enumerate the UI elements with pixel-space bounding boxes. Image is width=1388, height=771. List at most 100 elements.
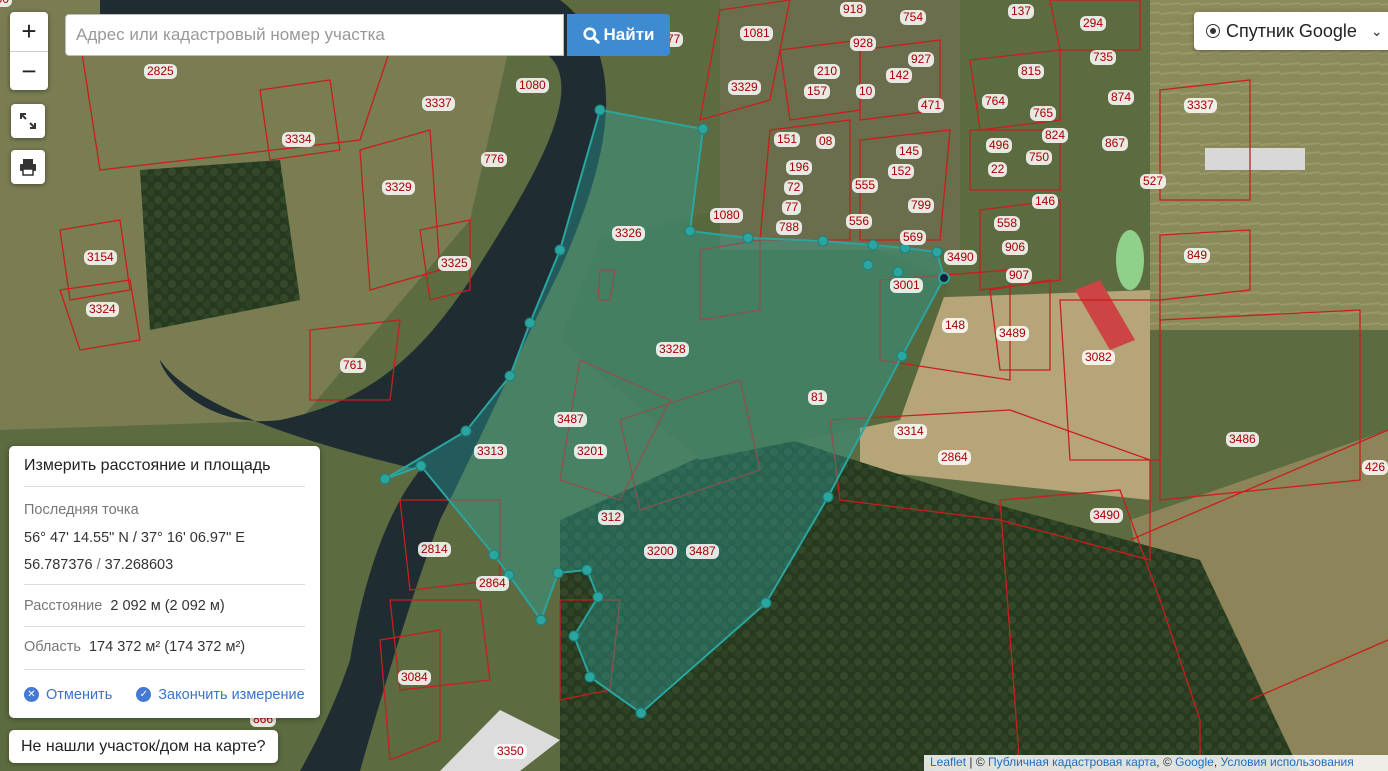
cancel-label: Отменить [46, 686, 113, 703]
check-icon: ✓ [136, 687, 152, 702]
parcel-label: 3154 [84, 250, 117, 265]
layer-label: Спутник Google [1226, 20, 1357, 41]
parcel-label: 22 [988, 162, 1008, 177]
area-value: 174 372 м² (174 372 м²) [88, 639, 246, 655]
parcel-label: 148 [942, 318, 969, 333]
parcel-label: 3487 [686, 544, 719, 559]
finish-measure-button[interactable]: ✓ Закончить измерение [136, 686, 305, 703]
not-found-button[interactable]: Не нашли участок/дом на карте? [9, 730, 278, 763]
parcel-label: 874 [1108, 90, 1135, 105]
parcel-label: 788 [776, 220, 803, 235]
parcel-label: 3329 [728, 80, 761, 95]
parcel-label: 754 [900, 10, 927, 25]
distance-value: 2 092 м (2 092 м) [110, 598, 225, 614]
parcel-label: 3326 [612, 226, 645, 241]
chevron-down-icon: ⌄ [1370, 22, 1383, 39]
parcel-label: 157 [804, 84, 831, 99]
parcel-label: 3001 [890, 278, 923, 293]
area-label: Область [24, 639, 81, 655]
parcel-label: 2814 [418, 542, 451, 557]
measure-actions: ✕ Отменить ✓ Закончить измерение [24, 685, 305, 703]
parcel-label: 426 [1362, 460, 1388, 475]
finish-label: Закончить измерение [158, 686, 305, 703]
parcel-label: 2864 [938, 450, 971, 465]
radio-selected-icon [1206, 24, 1220, 38]
parcel-label: 558 [994, 216, 1021, 231]
parcel-label: 556 [846, 214, 873, 229]
attribution-separator: , © [1156, 755, 1176, 769]
parcel-label: 867 [1102, 136, 1129, 151]
divider [24, 626, 305, 627]
last-point-lon: 37.268603 [104, 557, 174, 573]
parcel-label: 77 [782, 200, 802, 215]
parcel-label: 918 [840, 2, 867, 17]
parcel-label: 735 [1090, 50, 1117, 65]
parcel-label: 3490 [944, 250, 977, 265]
parcel-label: 764 [982, 94, 1009, 109]
measure-panel: Измерить расстояние и площадь Последняя … [9, 446, 320, 718]
search-button-label: Найти [603, 25, 655, 44]
divider [24, 669, 305, 670]
attribution-separator: , [1213, 755, 1221, 769]
forest-west [140, 160, 300, 330]
close-icon: ✕ [24, 687, 39, 702]
pkk-link[interactable]: Публичная кадастровая карта [988, 755, 1156, 769]
parcel-label: 3200 [644, 544, 677, 559]
divider [24, 486, 305, 487]
parcel-label: 928 [850, 36, 877, 51]
measure-last-point[interactable] [938, 272, 950, 284]
parcel-label: 196 [786, 160, 813, 175]
parcel-label: 3350 [494, 744, 527, 759]
parcel-label: 312 [598, 510, 625, 525]
parcel-label: 3314 [894, 424, 927, 439]
parcel-label: 151 [774, 132, 801, 147]
parcel-label: 210 [814, 64, 841, 79]
parcel-label: 3486 [1226, 432, 1259, 447]
leaflet-link[interactable]: Leaflet [930, 755, 966, 769]
parcel-label: 3329 [382, 180, 415, 195]
print-button[interactable] [11, 150, 45, 184]
search-button[interactable]: Найти [567, 14, 670, 56]
search-icon [582, 26, 600, 44]
pond [1116, 230, 1144, 290]
parcel-label: 1081 [740, 26, 773, 41]
cancel-measure-button[interactable]: ✕ Отменить [24, 687, 112, 703]
parcel-label: 3313 [474, 444, 507, 459]
parcel-label: 3337 [1184, 98, 1217, 113]
parcel-label: 10 [856, 84, 876, 99]
last-point-decimal: 56.787376 / 37.268603 [24, 557, 174, 573]
divider [24, 584, 305, 585]
map-attribution: Leaflet | © Публичная кадастровая карта,… [924, 755, 1388, 771]
parcel-label: 776 [481, 152, 508, 167]
parcel-label: 3487 [554, 412, 587, 427]
zoom-in-button[interactable]: + [10, 12, 48, 52]
parcel-label: 1080 [516, 78, 549, 93]
parcel-label: 3490 [1090, 508, 1123, 523]
parcel-label: 799 [908, 198, 935, 213]
parcel-label: 3084 [398, 670, 431, 685]
terms-link[interactable]: Условия использования [1221, 755, 1354, 769]
measure-panel-title: Измерить расстояние и площадь [24, 457, 271, 474]
parcel-label: 496 [986, 138, 1013, 153]
parcel-label: 3325 [438, 256, 471, 271]
parcel-label: 927 [908, 52, 935, 67]
parcel-label: 824 [1042, 128, 1069, 143]
distance-label: Расстояние [24, 598, 103, 614]
parcel-label: 3337 [422, 96, 455, 111]
last-point-dms: 56° 47' 14.55" N / 37° 16' 06.97" E [24, 530, 245, 546]
parcel-label: 72 [784, 180, 804, 195]
fullscreen-button[interactable] [11, 104, 45, 138]
layer-switcher[interactable]: Спутник Google ⌄ [1194, 12, 1388, 50]
parcel-label: 137 [1008, 4, 1035, 19]
parcel-label: 152 [888, 164, 915, 179]
parcel-label: 1080 [710, 208, 743, 223]
parcel-label: 3489 [996, 326, 1029, 341]
search-input[interactable] [65, 14, 564, 56]
parcel-label: 815 [1018, 64, 1045, 79]
parcel-label: 81 [808, 390, 828, 405]
attribution-separator: | © [966, 755, 988, 769]
zoom-out-button[interactable]: − [10, 52, 48, 91]
google-link[interactable]: Google [1175, 755, 1214, 769]
parcel-label: 3082 [1082, 350, 1115, 365]
printer-icon [20, 159, 36, 176]
